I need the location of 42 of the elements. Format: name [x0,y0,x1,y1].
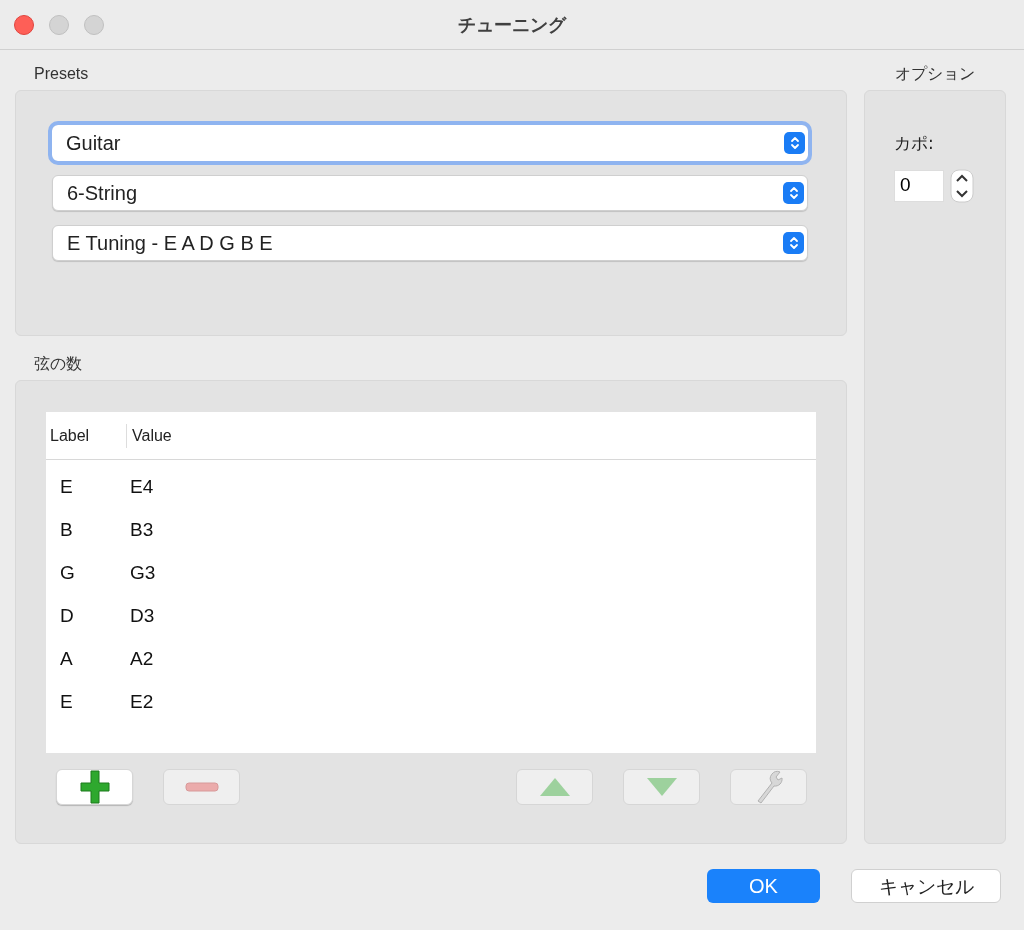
dropdown-arrows-icon [783,182,804,204]
capo-label: カポ: [894,132,935,155]
zoom-window-button[interactable] [84,14,104,35]
add-button[interactable] [56,769,133,805]
section-label: Presets [33,64,90,84]
window-title: チューニング [458,13,566,37]
column-header[interactable]: Label [46,423,126,448]
preset-dropdown[interactable]: E Tuning - E A D G B E [52,225,808,261]
dropdown-arrows-icon [784,132,805,154]
section-label: 弦の数 [33,353,83,375]
cancel-button[interactable]: キャンセル [851,869,1001,903]
table-row[interactable]: G G3 [46,552,816,595]
close-window-button[interactable] [14,14,34,35]
section-label: オプション [894,63,976,85]
minus-icon [184,782,219,792]
capo-field[interactable]: 0 [894,169,944,202]
table-cell-text: E [59,475,74,500]
table-cell-text: E2 [129,690,154,715]
plus-icon [79,769,110,805]
minimize-window-button[interactable] [49,14,69,35]
dropdown-arrows-icon [783,232,804,254]
down-triangle-icon [645,777,678,797]
table-row[interactable]: E E2 [46,681,816,724]
table-row[interactable]: E E4 [46,466,816,509]
table-cell-text: G3 [129,561,156,586]
table-cell-text: B [59,518,74,543]
table-cell-text: E4 [129,475,154,500]
table-row[interactable]: B B3 [46,509,816,552]
up-triangle-icon [538,777,571,797]
table-cell-text: A [59,647,74,672]
stepper-icon[interactable] [950,168,974,203]
table-row[interactable]: D D3 [46,595,816,638]
table-cell-text: A2 [129,647,154,672]
table-cell-text: D [59,604,75,629]
table-cell-text: E [59,690,74,715]
table-cell-text: D3 [129,604,155,629]
ok-button[interactable]: OK [707,869,820,903]
table-cell-text: G [59,561,76,586]
table-cell-text: B3 [129,518,154,543]
preset-dropdown[interactable]: 6-String [52,175,808,211]
table-row[interactable]: A A2 [46,638,816,681]
column-header[interactable]: Value [126,423,172,448]
